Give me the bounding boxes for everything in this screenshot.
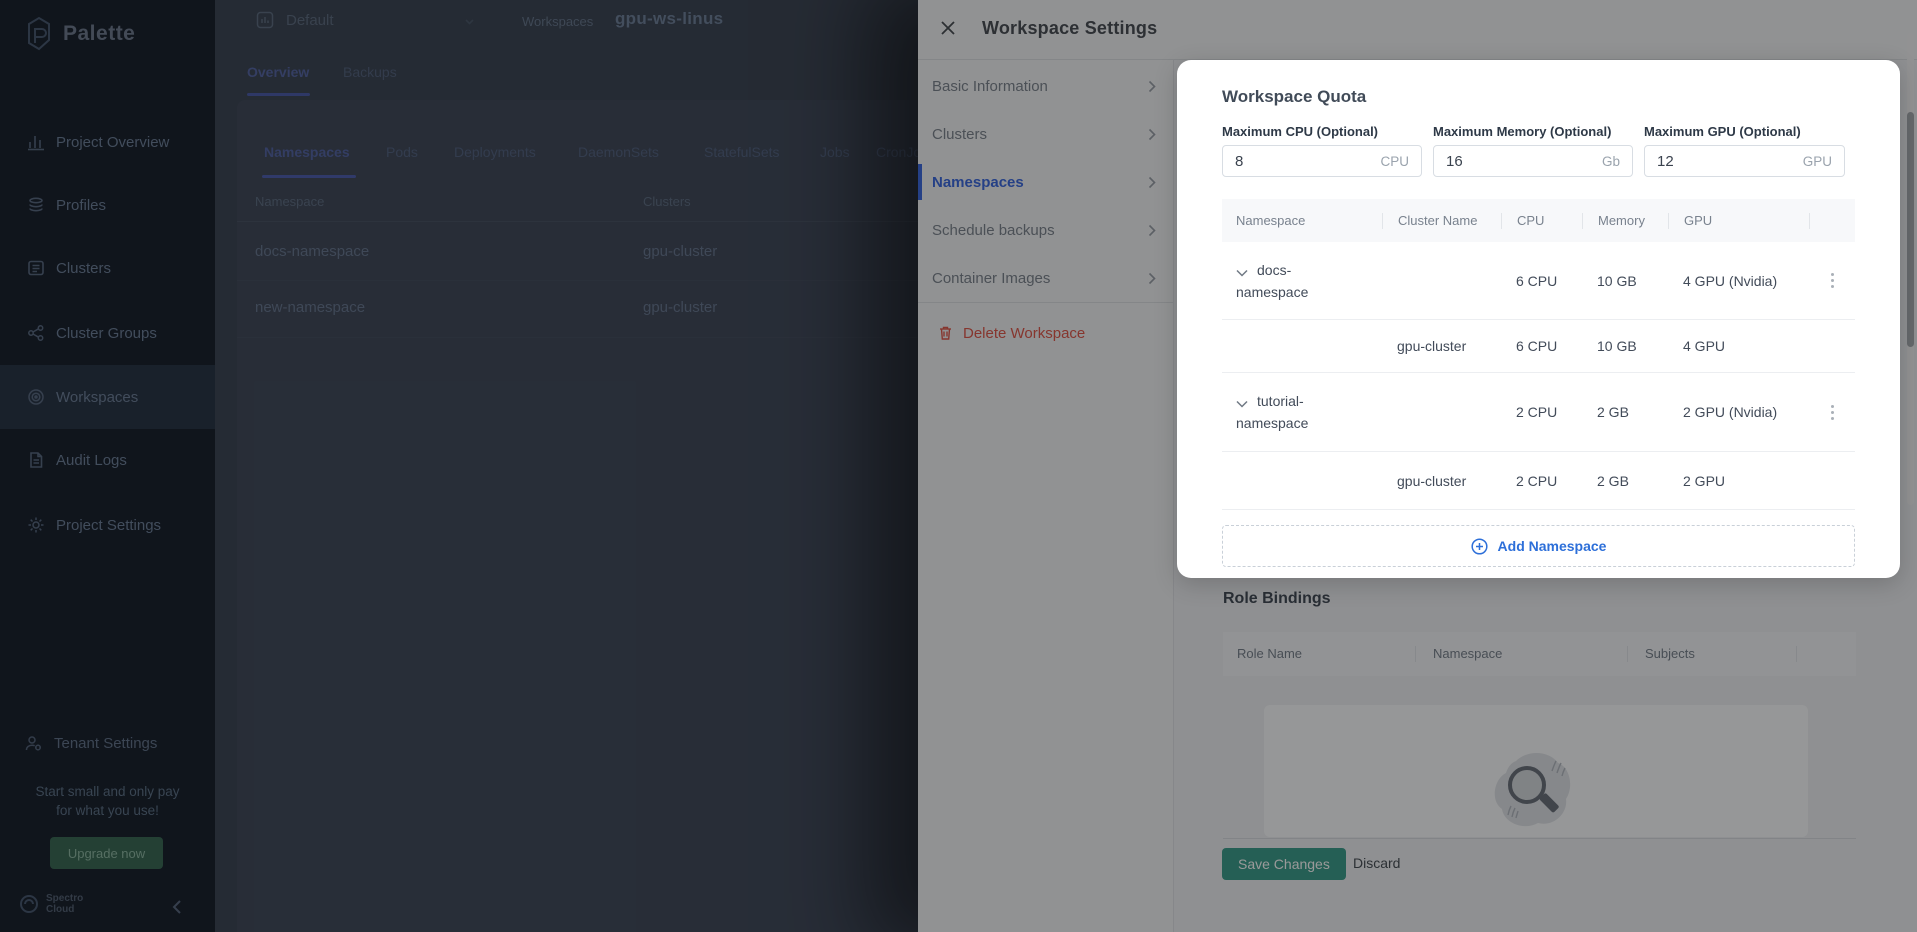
- max-gpu-input[interactable]: 12 GPU: [1644, 145, 1845, 177]
- workspace-quota-title: Workspace Quota: [1222, 87, 1855, 107]
- memory-cell: 10 GB: [1582, 273, 1668, 289]
- column-header-cluster-name: Cluster Name: [1382, 213, 1501, 229]
- cpu-cell: 6 CPU: [1501, 273, 1582, 289]
- cpu-cell: 2 CPU: [1501, 404, 1582, 420]
- max-memory-unit: Gb: [1602, 154, 1620, 169]
- max-memory-label: Maximum Memory (Optional): [1433, 124, 1633, 139]
- max-gpu-value: 12: [1657, 153, 1674, 170]
- table-row: docs-namespace 6 CPU 10 GB 4 GPU (Nvidia…: [1222, 242, 1855, 320]
- add-namespace-button[interactable]: Add Namespace: [1222, 525, 1855, 567]
- column-header-cpu: CPU: [1501, 213, 1582, 229]
- workspace-quota-card: Workspace Quota Maximum CPU (Optional) M…: [1177, 60, 1900, 578]
- column-header-actions: [1809, 213, 1855, 229]
- row-menu-icon[interactable]: [1809, 273, 1855, 288]
- gpu-cell: 4 GPU: [1668, 338, 1809, 354]
- table-row: gpu-cluster 2 CPU 2 GB 2 GPU: [1222, 452, 1855, 510]
- max-cpu-unit: CPU: [1380, 154, 1409, 169]
- max-gpu-unit: GPU: [1803, 154, 1832, 169]
- max-gpu-label: Maximum GPU (Optional): [1644, 124, 1845, 139]
- gpu-cell: 2 GPU: [1668, 473, 1809, 489]
- max-cpu-input[interactable]: 8 CPU: [1222, 145, 1422, 177]
- column-header-namespace: Namespace: [1222, 213, 1382, 229]
- plus-circle-icon: [1471, 538, 1488, 555]
- table-row: gpu-cluster 6 CPU 10 GB 4 GPU: [1222, 320, 1855, 373]
- column-header-gpu: GPU: [1668, 213, 1809, 229]
- max-memory-input[interactable]: 16 Gb: [1433, 145, 1633, 177]
- memory-cell: 10 GB: [1582, 338, 1668, 354]
- namespace-table-header: Namespace Cluster Name CPU Memory GPU: [1222, 199, 1855, 242]
- gpu-cell: 4 GPU (Nvidia): [1668, 273, 1809, 289]
- chevron-down-icon: [1236, 269, 1248, 277]
- namespace-name-cell[interactable]: docs-namespace: [1222, 259, 1334, 303]
- table-row: tutorial-namespace 2 CPU 2 GB 2 GPU (Nvi…: [1222, 373, 1855, 452]
- namespace-table: Namespace Cluster Name CPU Memory GPU do…: [1222, 199, 1855, 567]
- row-menu-icon[interactable]: [1809, 405, 1855, 420]
- cpu-cell: 6 CPU: [1501, 338, 1582, 354]
- add-namespace-label: Add Namespace: [1498, 538, 1607, 554]
- max-memory-value: 16: [1446, 153, 1463, 170]
- max-cpu-value: 8: [1235, 153, 1243, 170]
- chevron-down-icon: [1236, 400, 1248, 408]
- gpu-cell: 2 GPU (Nvidia): [1668, 404, 1809, 420]
- column-header-memory: Memory: [1582, 213, 1668, 229]
- memory-cell: 2 GB: [1582, 473, 1668, 489]
- cpu-cell: 2 CPU: [1501, 473, 1582, 489]
- cluster-name-cell: gpu-cluster: [1382, 338, 1501, 354]
- cluster-name-cell: gpu-cluster: [1382, 473, 1501, 489]
- namespace-name-cell[interactable]: tutorial-namespace: [1222, 390, 1334, 434]
- max-cpu-label: Maximum CPU (Optional): [1222, 124, 1422, 139]
- memory-cell: 2 GB: [1582, 404, 1668, 420]
